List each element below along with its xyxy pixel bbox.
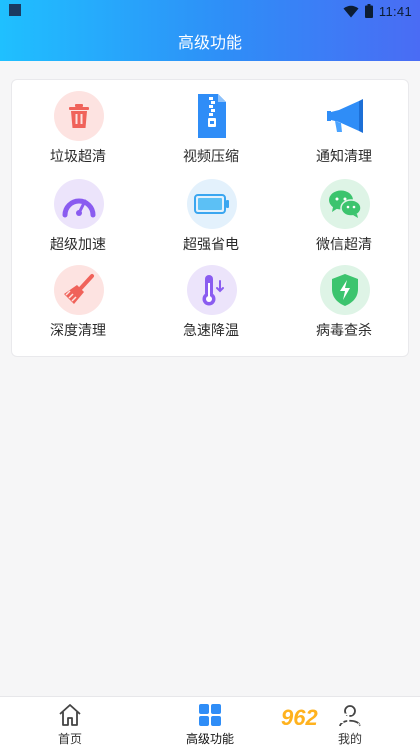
nav-item-advanced[interactable]: 高级功能 xyxy=(140,697,280,747)
feature-cool-down[interactable]: 急速降温 xyxy=(145,254,277,340)
feature-wechat-clean[interactable]: 微信超清 xyxy=(278,168,410,254)
watermark: 962 .NET 乐游网 xyxy=(281,698,415,738)
feature-label: 垃圾超清 xyxy=(50,149,106,165)
shield-bolt-icon-bg xyxy=(320,265,370,315)
zip-file-icon-bg xyxy=(187,91,237,141)
megaphone-icon-bg xyxy=(320,91,370,141)
battery-status-icon xyxy=(364,4,373,18)
feature-power-save[interactable]: 超强省电 xyxy=(145,168,277,254)
feature-virus-scan[interactable]: 病毒查杀 xyxy=(278,254,410,340)
feature-label: 视频压缩 xyxy=(183,149,239,165)
feature-notification-clean[interactable]: 通知清理 xyxy=(278,80,410,166)
thermometer-icon xyxy=(202,275,224,306)
nav-item-home[interactable]: 首页 xyxy=(0,697,140,747)
speedometer-icon-bg xyxy=(54,179,104,229)
speedometer-icon xyxy=(62,198,96,218)
status-time: 11:41 xyxy=(378,3,412,19)
watermark-sub: 乐游网 xyxy=(343,722,376,735)
megaphone-icon xyxy=(327,99,363,133)
trash-icon xyxy=(69,104,89,128)
broom-icon xyxy=(64,274,94,304)
feature-label: 超级加速 xyxy=(50,237,106,253)
status-right: 11:41 xyxy=(343,3,412,19)
trash-icon-bg xyxy=(54,91,104,141)
feature-deep-clean[interactable]: 深度清理 xyxy=(12,254,144,340)
features-card: 垃圾超清 视频压缩 通知清理 超级加速 超强省电 微信超清 深度清理 急速降温 … xyxy=(11,79,409,357)
feature-speed-up[interactable]: 超级加速 xyxy=(12,168,144,254)
nav-label: 首页 xyxy=(57,732,82,746)
feature-label: 深度清理 xyxy=(50,323,106,339)
shield-bolt-icon xyxy=(332,274,358,306)
page-title: 高级功能 xyxy=(177,33,242,52)
home-icon xyxy=(59,704,81,726)
nav-label: 高级功能 xyxy=(185,732,234,746)
notification-icon xyxy=(9,4,21,16)
status-bar: 11:41 xyxy=(0,0,420,22)
broom-icon-bg xyxy=(54,265,104,315)
thermometer-icon-bg xyxy=(187,265,237,315)
wifi-icon xyxy=(343,5,359,17)
feature-video-compress[interactable]: 视频压缩 xyxy=(145,80,277,166)
feature-label: 病毒查杀 xyxy=(316,323,372,339)
feature-junk-clean[interactable]: 垃圾超清 xyxy=(12,80,144,166)
feature-label: 通知清理 xyxy=(316,149,372,165)
app-header: 11:41 高级功能 xyxy=(0,0,420,61)
battery-icon xyxy=(194,194,229,214)
battery-icon-bg xyxy=(187,179,237,229)
wechat-icon-bg xyxy=(320,179,370,229)
zip-file-icon xyxy=(198,94,226,138)
watermark-brand: 962 xyxy=(281,705,318,730)
feature-label: 急速降温 xyxy=(183,323,239,339)
feature-label: 超强省电 xyxy=(183,237,239,253)
feature-grid: 垃圾超清 视频压缩 通知清理 超级加速 超强省电 微信超清 深度清理 急速降温 … xyxy=(12,80,408,356)
grid-icon xyxy=(199,704,221,726)
wechat-icon xyxy=(329,190,362,218)
feature-label: 微信超清 xyxy=(316,237,372,253)
